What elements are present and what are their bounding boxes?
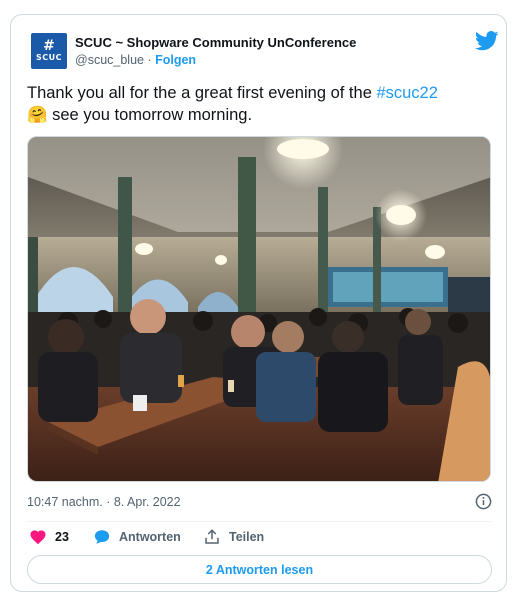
read-replies-button[interactable]: 2 Antworten lesen xyxy=(27,555,492,584)
action-bar: 23 Antworten Teilen xyxy=(27,528,492,550)
timestamp[interactable]: 10:47 nachm. · 8. Apr. 2022 xyxy=(27,495,181,509)
share-button[interactable]: Teilen xyxy=(203,528,264,546)
tweet-text-start: Thank you all for the a great first even… xyxy=(27,84,377,102)
heart-icon xyxy=(30,530,46,545)
hugging-face-emoji: 🤗 xyxy=(27,105,48,124)
hashtag-link[interactable]: #scuc22 xyxy=(376,84,437,102)
tweet-header: # SCUC SCUC ~ Shopware Community UnConfe… xyxy=(31,31,499,71)
twitter-bird-icon[interactable] xyxy=(475,31,499,51)
share-label: Teilen xyxy=(229,530,265,544)
display-name[interactable]: SCUC ~ Shopware Community UnConference xyxy=(75,35,356,50)
avatar-text: SCUC xyxy=(36,52,62,62)
account-handle[interactable]: @scuc_blue xyxy=(75,53,144,67)
divider xyxy=(27,521,492,522)
tweet-photo[interactable] xyxy=(27,136,491,482)
like-count: 23 xyxy=(55,530,69,544)
tweet-text-end: see you tomorrow morning. xyxy=(47,106,253,124)
avatar[interactable]: # SCUC xyxy=(31,33,67,69)
tweet-text: Thank you all for the a great first even… xyxy=(27,83,492,126)
timestamp-row: 10:47 nachm. · 8. Apr. 2022 xyxy=(27,493,492,513)
like-button[interactable]: 23 xyxy=(29,528,69,546)
reply-label: Antworten xyxy=(119,530,181,544)
info-icon[interactable] xyxy=(475,493,492,510)
separator: · xyxy=(143,53,156,67)
share-upload-icon xyxy=(205,529,219,544)
avatar-symbol: # xyxy=(43,37,55,54)
handle-line: @scuc_blue · Folgen xyxy=(75,53,196,67)
bar-interior-photo xyxy=(28,137,490,481)
follow-button[interactable]: Folgen xyxy=(155,53,196,67)
reply-button[interactable]: Antworten xyxy=(93,528,181,546)
tweet-card: # SCUC SCUC ~ Shopware Community UnConfe… xyxy=(10,14,507,592)
speech-bubble-icon xyxy=(94,530,110,544)
